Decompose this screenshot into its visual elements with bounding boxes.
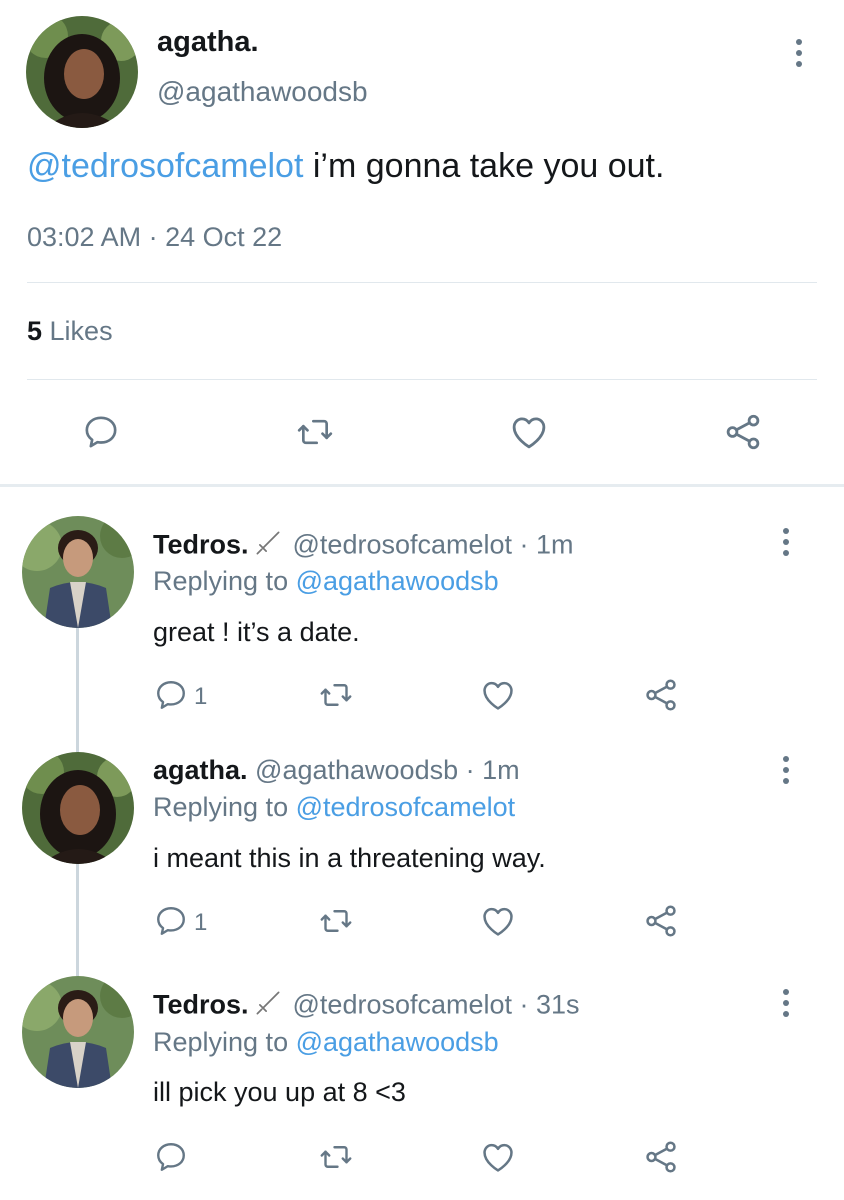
heart-icon — [483, 681, 513, 710]
like-button[interactable] — [473, 1132, 523, 1182]
reply-text: great ! it’s a date. — [153, 617, 360, 647]
retweet-button[interactable] — [290, 407, 340, 457]
display-name[interactable]: Tedros. — [153, 990, 249, 1020]
reply-header: Tedros. @tedrosofcamelot · 1m — [153, 528, 574, 565]
replying-to: Replying to @tedrosofcamelot — [153, 792, 516, 822]
more-vertical-icon[interactable] — [781, 756, 791, 789]
handle[interactable]: @agathawoodsb · 1m — [255, 755, 520, 785]
heart-icon — [483, 1143, 513, 1172]
more-vertical-icon[interactable] — [794, 39, 804, 72]
retweet-icon — [320, 684, 352, 706]
avatar-tedros[interactable] — [22, 516, 134, 628]
mention-link[interactable]: @tedrosofcamelot — [296, 792, 516, 822]
display-name[interactable]: agatha. — [153, 755, 248, 785]
handle[interactable]: @tedrosofcamelot · 1m — [293, 530, 574, 560]
like-button[interactable] — [473, 896, 523, 946]
display-name[interactable]: Tedros. — [153, 530, 249, 560]
display-name[interactable]: agatha. — [157, 26, 259, 59]
mention-link[interactable]: @agathawoodsb — [296, 1027, 499, 1057]
reply-count: 1 — [194, 909, 208, 936]
speech-bubble-icon — [157, 1143, 185, 1171]
speech-bubble-icon — [85, 416, 117, 448]
retweet-button[interactable] — [311, 896, 361, 946]
like-button[interactable] — [473, 670, 523, 720]
divider — [27, 379, 817, 380]
heart-icon — [512, 417, 546, 449]
sword-icon — [253, 528, 283, 565]
replying-to: Replying to @agathawoodsb — [153, 566, 499, 596]
reply-header: agatha. @agathawoodsb · 1m — [153, 755, 520, 786]
share-icon — [646, 679, 676, 711]
retweet-button[interactable] — [311, 1132, 361, 1182]
speech-bubble-icon — [157, 907, 185, 935]
replying-to: Replying to @agathawoodsb — [153, 1027, 499, 1057]
more-vertical-icon[interactable] — [781, 528, 791, 561]
tweet-timestamp[interactable]: 03:02 AM · 24 Oct 22 — [27, 222, 282, 253]
reply-count: 1 — [194, 683, 208, 710]
share-icon — [646, 1141, 676, 1173]
likes-count[interactable]: 5 Likes — [27, 316, 113, 347]
reply-button[interactable] — [146, 896, 196, 946]
mention-link[interactable]: @tedrosofcamelot — [27, 147, 303, 185]
reply-text: i meant this in a threatening way. — [153, 843, 546, 873]
share-button[interactable] — [718, 407, 768, 457]
tweet-text: @tedrosofcamelot i’m gonna take you out. — [27, 147, 665, 185]
divider — [27, 282, 817, 283]
reply-header: Tedros. @tedrosofcamelot · 31s — [153, 988, 580, 1025]
retweet-icon — [297, 419, 333, 445]
thread-line — [76, 864, 79, 976]
speech-bubble-icon — [157, 681, 185, 709]
handle[interactable]: @agathawoodsb — [157, 76, 368, 108]
section-separator — [0, 484, 844, 487]
share-icon — [726, 414, 760, 450]
avatar-tedros[interactable] — [22, 976, 134, 1088]
more-vertical-icon[interactable] — [781, 989, 791, 1022]
retweet-icon — [320, 1146, 352, 1168]
sword-icon — [253, 988, 283, 1025]
heart-icon — [483, 907, 513, 936]
handle[interactable]: @tedrosofcamelot · 31s — [293, 990, 580, 1020]
share-button[interactable] — [636, 670, 686, 720]
retweet-button[interactable] — [311, 670, 361, 720]
share-button[interactable] — [636, 896, 686, 946]
thread-line — [76, 628, 79, 752]
avatar-agatha[interactable] — [22, 752, 134, 864]
retweet-icon — [320, 910, 352, 932]
share-button[interactable] — [636, 1132, 686, 1182]
reply-text: ill pick you up at 8 <3 — [153, 1077, 406, 1107]
like-button[interactable] — [504, 407, 554, 457]
reply-button[interactable] — [76, 407, 126, 457]
mention-link[interactable]: @agathawoodsb — [296, 566, 499, 596]
reply-button[interactable] — [146, 670, 196, 720]
reply-button[interactable] — [146, 1132, 196, 1182]
avatar-agatha[interactable] — [26, 16, 138, 128]
share-icon — [646, 905, 676, 937]
